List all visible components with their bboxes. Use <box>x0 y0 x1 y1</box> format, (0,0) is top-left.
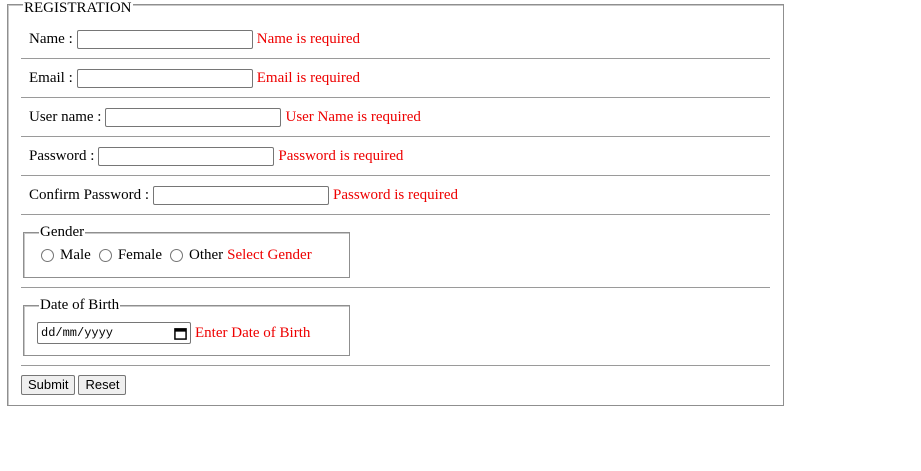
dob-row: dd/mm/yyyy Enter Date of Birth <box>37 322 310 344</box>
separator <box>21 175 770 176</box>
dob-error: Enter Date of Birth <box>195 324 311 341</box>
separator <box>21 365 770 366</box>
registration-fieldset: REGISTRATION Name : Name is required Ema… <box>7 0 784 406</box>
username-row: User name : User Name is required <box>29 106 421 128</box>
confirm-password-row: Confirm Password : Password is required <box>29 184 458 206</box>
gender-options: Male Female Other Select Gender <box>41 247 312 264</box>
radio-male[interactable] <box>41 249 54 262</box>
separator <box>21 214 770 215</box>
password-row: Password : Password is required <box>29 145 403 167</box>
confirm-password-label: Confirm Password : <box>29 186 149 203</box>
gender-error: Select Gender <box>227 247 312 263</box>
confirm-password-error: Password is required <box>333 186 458 203</box>
gender-legend: Gender <box>39 223 86 241</box>
separator <box>21 97 770 98</box>
email-label: Email : <box>29 69 73 86</box>
email-row: Email : Email is required <box>29 67 360 89</box>
name-input[interactable] <box>76 29 253 49</box>
button-row: Submit Reset <box>21 375 129 395</box>
radio-female[interactable] <box>98 249 112 262</box>
name-row: Name : Name is required <box>29 28 360 50</box>
dob-legend: Date of Birth <box>39 296 121 314</box>
username-error: User Name is required <box>285 108 421 125</box>
name-label: Name : <box>29 30 73 47</box>
separator <box>21 287 770 288</box>
dob-placeholder: dd/mm/yyyy <box>41 326 114 340</box>
email-input[interactable] <box>76 68 253 88</box>
radio-male-label[interactable]: Male <box>60 247 91 264</box>
submit-button[interactable]: Submit <box>21 375 76 395</box>
reset-button[interactable]: Reset <box>78 375 127 395</box>
email-error: Email is required <box>256 69 361 86</box>
separator <box>21 136 770 137</box>
radio-female-label[interactable]: Female <box>118 247 162 264</box>
gender-fieldset: Gender Male Female Other Select Gender <box>23 223 350 278</box>
separator <box>21 58 770 59</box>
name-error: Name is required <box>256 30 361 47</box>
registration-legend: REGISTRATION <box>23 0 133 17</box>
dob-input[interactable]: dd/mm/yyyy <box>37 322 191 344</box>
password-label: Password : <box>29 147 95 164</box>
confirm-password-input[interactable] <box>153 185 329 205</box>
calendar-icon[interactable] <box>174 327 187 340</box>
password-input[interactable] <box>98 146 275 166</box>
username-input[interactable] <box>105 107 282 127</box>
dob-fieldset: Date of Birth dd/mm/yyyy Enter Date of B… <box>23 296 350 356</box>
radio-other-label[interactable]: Other <box>189 247 223 264</box>
password-error: Password is required <box>278 147 404 164</box>
radio-other[interactable] <box>169 249 183 262</box>
username-label: User name : <box>29 108 102 125</box>
